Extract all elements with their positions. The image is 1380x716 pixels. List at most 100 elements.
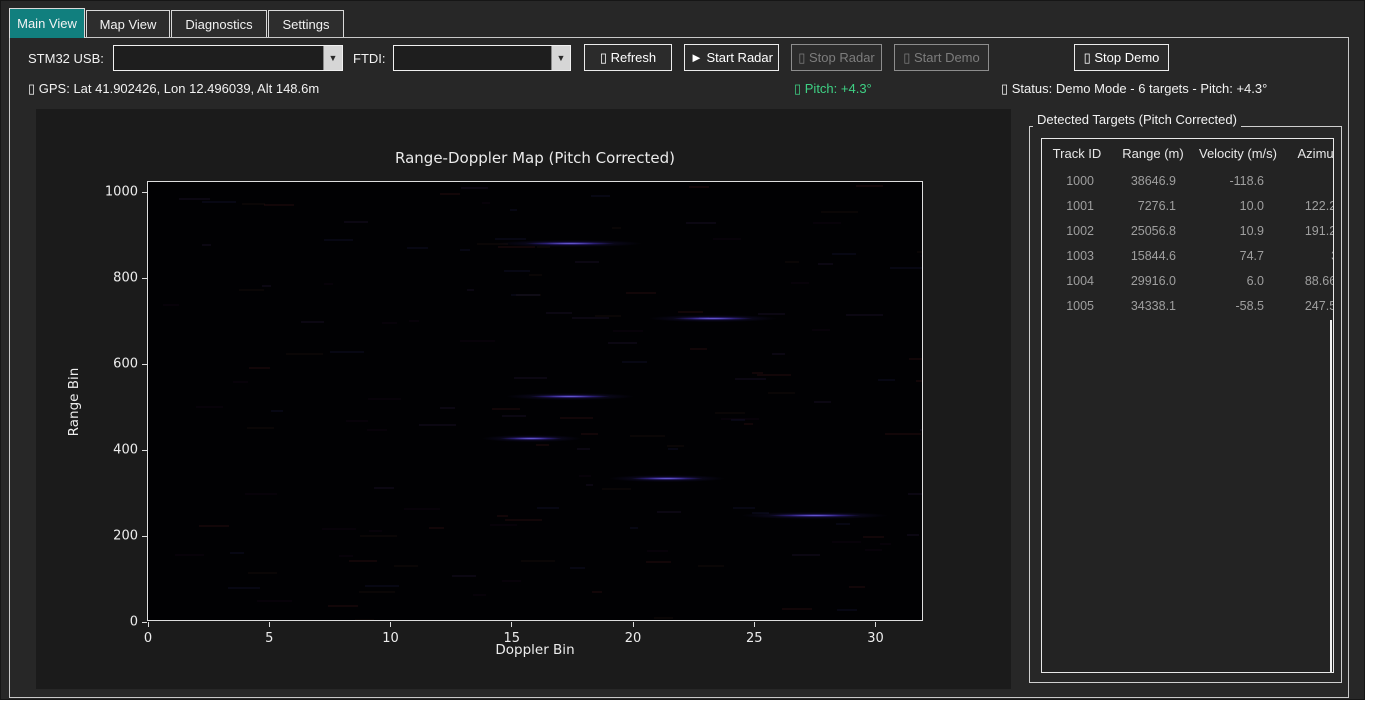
noise-speckle [890, 267, 922, 269]
table-scrollbar[interactable] [1330, 320, 1332, 672]
noise-speckle [715, 412, 745, 414]
stop-demo-button[interactable]: ▯ Stop Demo [1074, 44, 1169, 71]
stm32-usb-combobox[interactable]: ▼ [113, 45, 343, 71]
noise-speckle [467, 289, 475, 291]
track-id-cell: 1004 [1042, 274, 1112, 288]
ftdi-combobox[interactable]: ▼ [393, 45, 571, 71]
noise-speckle [546, 312, 572, 314]
noise-speckle [355, 619, 374, 620]
noise-speckle [511, 294, 540, 296]
x-tick-mark [390, 622, 391, 627]
y-tick-mark [142, 278, 147, 279]
velocity-cell: -58.5 [1194, 299, 1282, 313]
column-header-azimuth[interactable]: Azimuth [1282, 146, 1334, 161]
chevron-down-icon[interactable]: ▼ [551, 46, 570, 70]
x-tick-mark [754, 622, 755, 627]
chevron-down-icon[interactable]: ▼ [323, 46, 342, 70]
range-cell: 7276.1 [1112, 199, 1194, 213]
noise-speckle [510, 209, 517, 211]
start-radar-button[interactable]: ► Start Radar [684, 44, 779, 71]
noise-speckle [592, 591, 603, 593]
noise-speckle [163, 304, 180, 306]
noise-speckle [460, 340, 494, 342]
column-header-track-id[interactable]: Track ID [1042, 146, 1112, 161]
velocity-cell: 74.7 [1194, 249, 1282, 263]
table-row[interactable]: 10017276.110.0122.2510 [1042, 193, 1333, 218]
noise-speckle [497, 515, 507, 517]
tab-settings[interactable]: Settings [268, 10, 344, 37]
noise-speckle [368, 398, 401, 400]
noise-speckle [572, 317, 609, 319]
noise-speckle [505, 519, 542, 521]
noise-speckle [349, 560, 377, 562]
table-row[interactable]: 100429916.06.088.66998 [1042, 268, 1333, 293]
ftdi-value [394, 46, 551, 70]
noise-speckle [502, 580, 521, 582]
noise-speckle [713, 238, 741, 240]
column-header-range-m[interactable]: Range (m) [1112, 146, 1194, 161]
table-header-row: Track IDRange (m)Velocity (m/s)Azimuth [1042, 139, 1333, 168]
noise-speckle [452, 575, 477, 577]
heatmap-layer [148, 182, 922, 620]
table-body: 100038646.9-118.645°10017276.110.0122.25… [1042, 168, 1333, 318]
noise-speckle [575, 261, 599, 263]
noise-speckle [440, 407, 455, 409]
refresh-button[interactable]: ▯ Refresh [584, 44, 672, 71]
noise-speckle [394, 565, 418, 567]
track-id-cell: 1000 [1042, 174, 1112, 188]
target-blip [769, 514, 861, 517]
tab-diagnostics[interactable]: Diagnostics [171, 10, 267, 37]
x-tick-mark [269, 622, 270, 627]
noise-speckle [654, 617, 674, 619]
noise-speckle [689, 186, 709, 188]
noise-speckle [367, 429, 387, 431]
y-tick-mark [142, 450, 147, 451]
velocity-cell: 10.0 [1194, 199, 1282, 213]
column-header-velocity-m-s[interactable]: Velocity (m/s) [1194, 146, 1282, 161]
noise-speckle [407, 247, 428, 249]
noise-speckle [262, 285, 271, 287]
noise-speckle [490, 524, 517, 526]
noise-speckle [374, 487, 394, 489]
noise-speckle [199, 525, 229, 527]
target-blip [631, 477, 703, 480]
noise-speckle [461, 187, 488, 189]
targets-groupbox: Track IDRange (m)Velocity (m/s)Azimuth 1… [1029, 126, 1342, 683]
table-row[interactable]: 100534338.1-58.5247.5104 [1042, 293, 1333, 318]
noise-speckle [521, 560, 555, 562]
tab-map-view[interactable]: Map View [86, 10, 170, 37]
azimuth-cell: 247.5104 [1282, 299, 1334, 313]
noise-speckle [404, 508, 439, 510]
noise-speckle [678, 311, 704, 313]
noise-speckle [360, 535, 397, 537]
table-row[interactable]: 100315844.674.7300° [1042, 243, 1333, 268]
demo-status-text: ▯ Status: Demo Mode - 6 targets - Pitch:… [1001, 81, 1267, 97]
noise-speckle [818, 263, 834, 265]
noise-speckle [429, 527, 443, 529]
noise-speckle [657, 511, 682, 513]
noise-speckle [920, 255, 922, 257]
noise-speckle [849, 586, 865, 588]
noise-speckle [856, 185, 883, 187]
noise-speckle [836, 523, 850, 525]
noise-speckle [502, 415, 525, 417]
noise-speckle [832, 253, 857, 255]
noise-speckle [602, 488, 631, 490]
noise-speckle [230, 552, 244, 554]
noise-speckle [579, 475, 591, 477]
noise-speckle [772, 353, 785, 355]
noise-speckle [612, 227, 620, 229]
noise-speckle [248, 572, 277, 574]
noise-speckle [409, 320, 419, 322]
noise-speckle [792, 554, 820, 556]
noise-speckle [581, 433, 598, 435]
range-doppler-chart: Range-Doppler Map (Pitch Corrected) Rang… [36, 109, 1011, 689]
range-cell: 25056.8 [1112, 224, 1194, 238]
tab-main-view[interactable]: Main View [9, 8, 85, 38]
table-row[interactable]: 100225056.810.9191.2552 [1042, 218, 1333, 243]
noise-speckle [382, 322, 397, 324]
noise-speckle [821, 211, 858, 213]
y-tick-label: 1000 [78, 185, 138, 200]
noise-speckle [202, 244, 211, 246]
table-row[interactable]: 100038646.9-118.645° [1042, 168, 1333, 193]
